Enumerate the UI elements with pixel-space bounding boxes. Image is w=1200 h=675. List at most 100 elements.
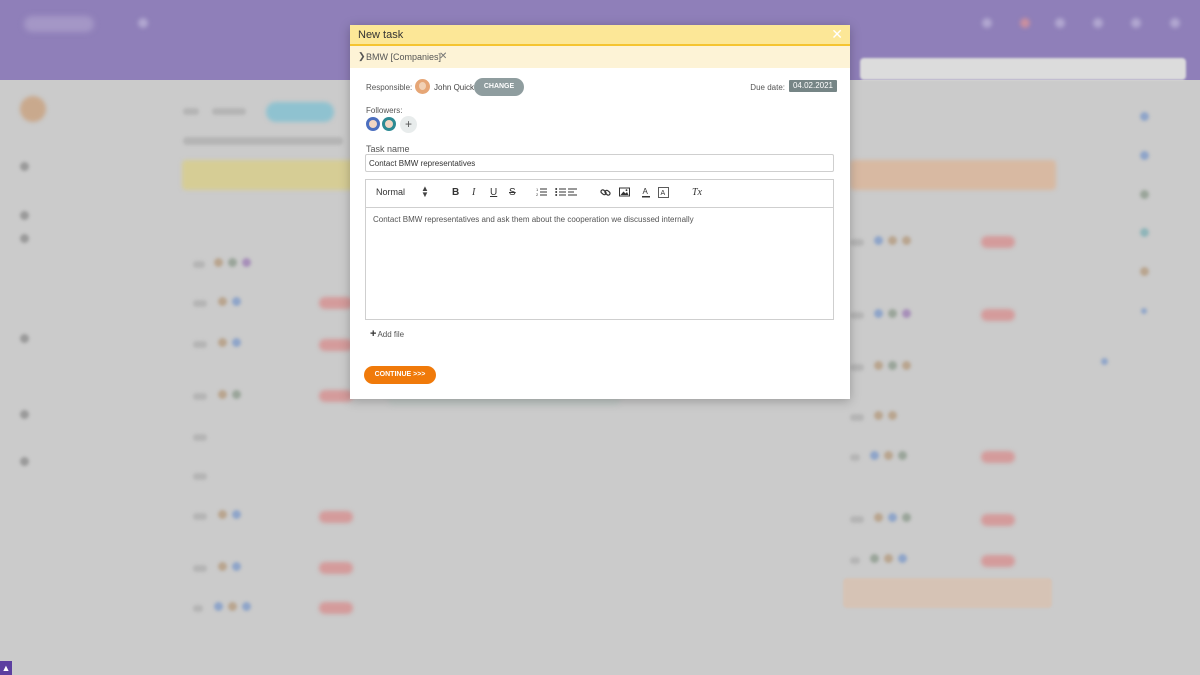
svg-text:A: A bbox=[643, 187, 649, 196]
responsible-label: Responsible: bbox=[366, 83, 413, 92]
settings-icon bbox=[1093, 18, 1103, 28]
background-color-icon[interactable]: A bbox=[658, 187, 669, 202]
blurred-text bbox=[850, 414, 864, 421]
editor-toolbar: Normal ▲ ▼ B I U S 12 A A Tx bbox=[366, 180, 833, 208]
due-date-picker[interactable]: 04.02.2021 bbox=[789, 80, 837, 92]
blurred-text bbox=[850, 557, 860, 564]
blurred-text bbox=[183, 108, 199, 115]
notification-icon bbox=[1020, 18, 1030, 28]
blurred-text bbox=[850, 239, 864, 246]
blurred-text bbox=[193, 605, 203, 612]
avatar bbox=[242, 602, 251, 611]
change-responsible-button[interactable]: CHANGE bbox=[474, 78, 524, 96]
continue-button[interactable]: CONTINUE >>> bbox=[364, 366, 436, 384]
sidebar-icon bbox=[20, 234, 29, 243]
user-avatar bbox=[20, 96, 46, 122]
app-logo bbox=[24, 16, 94, 32]
related-entity-link[interactable]: BMW [Companies] bbox=[366, 52, 441, 62]
followers-label: Followers: bbox=[366, 106, 403, 115]
contact-avatar bbox=[1101, 358, 1108, 365]
blurred-text bbox=[850, 516, 864, 523]
due-badge bbox=[319, 390, 353, 402]
blurred-text bbox=[193, 473, 207, 480]
blurred-text bbox=[212, 108, 246, 115]
due-badge bbox=[981, 236, 1015, 248]
column-add-card bbox=[843, 578, 1052, 608]
search-icon bbox=[982, 18, 992, 28]
avatar bbox=[214, 602, 223, 611]
strikethrough-button[interactable]: S bbox=[509, 187, 516, 199]
avatar bbox=[902, 361, 911, 370]
avatar bbox=[228, 602, 237, 611]
avatar bbox=[888, 361, 897, 370]
due-badge bbox=[981, 555, 1015, 567]
blurred-text bbox=[193, 434, 207, 441]
avatar bbox=[218, 297, 227, 306]
link-icon[interactable] bbox=[600, 187, 611, 202]
blurred-text bbox=[193, 341, 207, 348]
close-icon[interactable]: ✕ bbox=[831, 26, 843, 43]
avatar bbox=[870, 554, 879, 563]
remove-relation-icon[interactable]: ✕ bbox=[439, 51, 447, 62]
due-date-label: Due date: bbox=[750, 83, 785, 92]
task-name-label: Task name bbox=[366, 144, 410, 154]
due-badge bbox=[981, 451, 1015, 463]
avatar bbox=[902, 236, 911, 245]
avatar bbox=[218, 390, 227, 399]
bold-button[interactable]: B bbox=[452, 187, 459, 199]
task-name-input[interactable] bbox=[365, 154, 834, 172]
due-badge bbox=[319, 339, 353, 351]
due-badge bbox=[319, 562, 353, 574]
contact-avatar bbox=[1140, 112, 1149, 121]
description-editor: Normal ▲ ▼ B I U S 12 A A Tx Contact BMW… bbox=[365, 179, 834, 320]
avatar bbox=[884, 554, 893, 563]
edit-icon bbox=[1170, 18, 1180, 28]
follower-avatar[interactable] bbox=[366, 117, 380, 131]
add-file-label: Add file bbox=[377, 330, 405, 339]
image-icon[interactable] bbox=[619, 187, 630, 201]
due-badge bbox=[981, 514, 1015, 526]
follower-avatar[interactable] bbox=[382, 117, 396, 131]
due-badge bbox=[319, 511, 353, 523]
avatar bbox=[242, 258, 251, 267]
view-tabs bbox=[860, 58, 1186, 80]
underline-button[interactable]: U bbox=[490, 187, 497, 199]
chevron-right-icon[interactable]: ❯ bbox=[358, 51, 366, 62]
avatar bbox=[902, 513, 911, 522]
avatar bbox=[898, 554, 907, 563]
blurred-text bbox=[193, 261, 205, 268]
add-file-button[interactable]: +Add file bbox=[370, 328, 404, 340]
avatar bbox=[902, 309, 911, 318]
contact-avatar bbox=[1140, 267, 1149, 276]
avatar bbox=[232, 562, 241, 571]
align-left-icon[interactable] bbox=[568, 187, 578, 201]
blurred-text bbox=[193, 300, 207, 307]
avatar bbox=[888, 513, 897, 522]
text-color-icon[interactable]: A bbox=[641, 187, 651, 202]
bullet-list-icon[interactable] bbox=[555, 187, 566, 201]
clear-format-button[interactable]: Tx bbox=[692, 187, 702, 199]
add-follower-button[interactable]: + bbox=[400, 116, 417, 133]
description-text[interactable]: Contact BMW representatives and ask them… bbox=[366, 208, 833, 231]
column-header-todo bbox=[182, 160, 372, 190]
sidebar-icon bbox=[20, 162, 29, 171]
due-badge bbox=[981, 309, 1015, 321]
chat-icon bbox=[1055, 18, 1065, 28]
avatar bbox=[888, 411, 897, 420]
avatar bbox=[884, 451, 893, 460]
svg-text:2: 2 bbox=[536, 192, 539, 197]
paragraph-format-value: Normal bbox=[376, 187, 406, 197]
ordered-list-icon[interactable]: 12 bbox=[536, 187, 547, 201]
new-task-modal: New task ✕ ❯ BMW [Companies] ✕ Responsib… bbox=[350, 25, 850, 399]
italic-button[interactable]: I bbox=[472, 187, 475, 199]
responsible-name: John Quick bbox=[434, 83, 475, 92]
responsible-avatar bbox=[415, 79, 430, 94]
sidebar-icon bbox=[20, 211, 29, 220]
avatar bbox=[218, 338, 227, 347]
paragraph-format-select[interactable]: Normal ▲ ▼ bbox=[376, 185, 429, 199]
contact-avatar bbox=[1141, 308, 1147, 314]
related-entity-bar: ❯ BMW [Companies] ✕ bbox=[350, 46, 850, 68]
sidebar-icon bbox=[20, 457, 29, 466]
avatar bbox=[232, 390, 241, 399]
sidebar-icon bbox=[20, 410, 29, 419]
